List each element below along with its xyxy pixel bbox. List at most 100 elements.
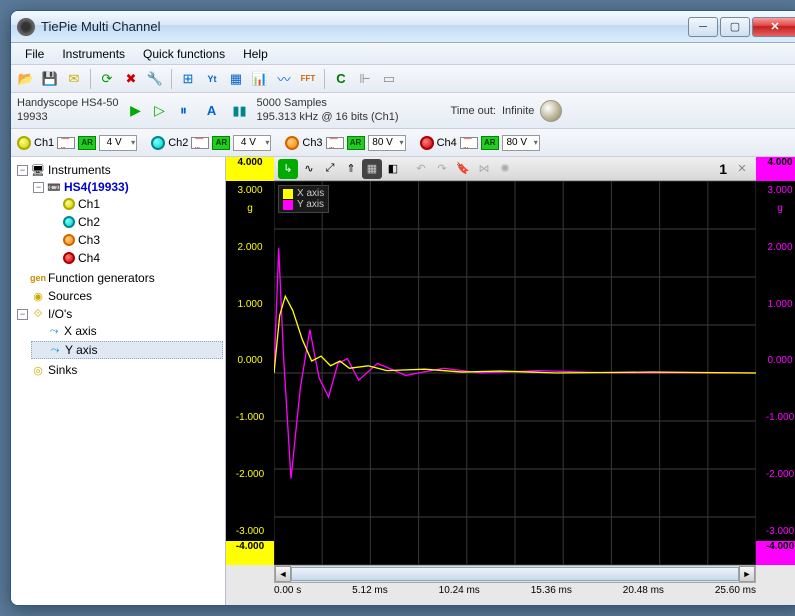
- ch2-led-icon[interactable]: [151, 136, 165, 150]
- menu-instruments[interactable]: Instruments: [54, 45, 133, 63]
- scroll-right-icon[interactable]: ►: [739, 566, 755, 582]
- cursor-icon[interactable]: C: [330, 68, 352, 90]
- add-graph-icon[interactable]: ⊞: [177, 68, 199, 90]
- x-axis: 0.00 s5.12 ms10.24 ms15.36 ms20.48 ms25.…: [226, 583, 795, 605]
- graph-area: ↳ ∿ ⤢ ⇑ ▦ ◧ ↶ ↷ 🔖 ⋈ ✺ 1 ✕: [226, 157, 795, 605]
- ch1-coupling-icon[interactable]: [57, 137, 75, 149]
- tree-device[interactable]: HS4(19933): [64, 180, 129, 194]
- tree-sinks[interactable]: Sinks: [48, 363, 77, 377]
- tree-ch2[interactable]: Ch2: [78, 215, 100, 229]
- graph-up-icon[interactable]: ⇑: [341, 159, 361, 179]
- measure-icon[interactable]: ⊩: [354, 68, 376, 90]
- yt-icon[interactable]: Yt: [201, 68, 223, 90]
- graph-close-icon[interactable]: ✕: [732, 159, 752, 179]
- fft-icon[interactable]: FFT: [297, 68, 319, 90]
- plot-legend: X axis Y axis: [278, 185, 329, 213]
- ch2-label: Ch2: [168, 137, 188, 149]
- menu-file[interactable]: File: [17, 45, 52, 63]
- app-icon: [17, 18, 35, 36]
- tree-ch4[interactable]: Ch4: [78, 251, 100, 265]
- tree-yaxis[interactable]: Y axis: [65, 343, 97, 357]
- ch4-led-icon[interactable]: [420, 136, 434, 150]
- close-button[interactable]: ✕: [752, 17, 795, 37]
- expand-icon[interactable]: −: [17, 165, 28, 176]
- grid-icon[interactable]: ▦: [225, 68, 247, 90]
- oscilloscope-plot[interactable]: X axis Y axis: [274, 181, 756, 565]
- sample-info: 5000 Samples 195.313 kHz @ 16 bits (Ch1): [257, 97, 399, 123]
- funcgen-icon: gen: [31, 271, 45, 285]
- ch2-autorange-icon[interactable]: AR: [212, 136, 230, 150]
- ch1-tree-icon: [63, 198, 75, 210]
- play-once-button[interactable]: ▷: [149, 100, 171, 122]
- minimize-button[interactable]: ─: [688, 17, 718, 37]
- graph-erase-icon[interactable]: ◧: [383, 159, 403, 179]
- tree-funcgen[interactable]: Function generators: [48, 271, 155, 285]
- device-icon: 📼: [47, 180, 61, 194]
- tree-ch3[interactable]: Ch3: [78, 233, 100, 247]
- timeout-dial[interactable]: [540, 100, 562, 122]
- graph-wave-icon[interactable]: ∿: [299, 159, 319, 179]
- ch4-autorange-icon[interactable]: AR: [481, 136, 499, 150]
- scroll-left-icon[interactable]: ◄: [275, 566, 291, 582]
- window-title: TiePie Multi Channel: [41, 19, 688, 34]
- scale-icon[interactable]: ▭: [378, 68, 400, 90]
- y-axis-right[interactable]: 4.000 g3.0002.0001.0000.000-1.000-2.000-…: [756, 181, 795, 565]
- graph-run-icon[interactable]: ↳: [278, 159, 298, 179]
- ch3-range-select[interactable]: 80 V: [368, 135, 406, 151]
- open-icon[interactable]: 📂: [15, 68, 37, 90]
- mail-icon[interactable]: ✉: [63, 68, 85, 90]
- yaxis-tree-icon: ⤳: [48, 343, 62, 357]
- ch3-led-icon[interactable]: [285, 136, 299, 150]
- ch1-label: Ch1: [34, 137, 54, 149]
- ch3-autorange-icon[interactable]: AR: [347, 136, 365, 150]
- tree-instruments[interactable]: Instruments: [48, 163, 111, 177]
- channel-1-group: Ch1 AR 4 V: [17, 135, 137, 151]
- app-window: TiePie Multi Channel ─ ▢ ✕ File Instrume…: [10, 10, 795, 606]
- y-axis-left[interactable]: 4.000 g3.0002.0001.0000.000-1.000-2.000-…: [226, 181, 274, 565]
- titlebar[interactable]: TiePie Multi Channel ─ ▢ ✕: [11, 11, 795, 43]
- ch1-led-icon[interactable]: [17, 136, 31, 150]
- menu-help[interactable]: Help: [235, 45, 276, 63]
- settings-icon[interactable]: 🔧: [144, 68, 166, 90]
- graph-grid-icon[interactable]: ▦: [362, 159, 382, 179]
- object-tree[interactable]: −🖥Instruments −📼HS4(19933) Ch1 Ch2 Ch3 C…: [11, 157, 226, 605]
- menu-quick-functions[interactable]: Quick functions: [135, 45, 233, 63]
- channel-bar: Ch1 AR 4 V Ch2 AR 4 V Ch3 AR 80 V Ch4 AR…: [11, 129, 795, 157]
- graph-target-icon[interactable]: ✺: [495, 159, 515, 179]
- timeout-value: Infinite: [502, 105, 534, 117]
- tree-ch1[interactable]: Ch1: [78, 197, 100, 211]
- refresh-icon[interactable]: ⟳: [96, 68, 118, 90]
- ch4-label: Ch4: [437, 137, 457, 149]
- maximize-button[interactable]: ▢: [720, 17, 750, 37]
- wave-icon[interactable]: 〰: [273, 68, 295, 90]
- chart-icon[interactable]: 📊: [249, 68, 271, 90]
- play-button[interactable]: ▶: [125, 100, 147, 122]
- delete-icon[interactable]: ✖: [120, 68, 142, 90]
- graph-undo-icon[interactable]: ↶: [411, 159, 431, 179]
- range-icon[interactable]: ▮▮: [229, 100, 251, 122]
- graph-link-icon[interactable]: ⋈: [474, 159, 494, 179]
- ch3-coupling-icon[interactable]: [326, 137, 344, 149]
- graph-bookmark-icon[interactable]: 🔖: [453, 159, 473, 179]
- ch1-range-select[interactable]: 4 V: [99, 135, 137, 151]
- ch4-coupling-icon[interactable]: [460, 137, 478, 149]
- auto-button[interactable]: A: [201, 100, 223, 122]
- ch4-range-select[interactable]: 80 V: [502, 135, 540, 151]
- expand-icon[interactable]: −: [17, 309, 28, 320]
- ch2-coupling-icon[interactable]: [191, 137, 209, 149]
- expand-icon[interactable]: −: [33, 182, 44, 193]
- device-toolbar: Handyscope HS4-50 19933 ▶ ▷ ⏸ A ▮▮ 5000 …: [11, 93, 795, 129]
- tree-xaxis[interactable]: X axis: [64, 324, 97, 338]
- horizontal-scrollbar[interactable]: ◄ ►: [274, 565, 756, 583]
- tree-ios[interactable]: I/O's: [48, 307, 72, 321]
- ch1-autorange-icon[interactable]: AR: [78, 136, 96, 150]
- graph-zoom-icon[interactable]: ⤢: [320, 159, 340, 179]
- graph-number: 1: [719, 161, 731, 177]
- pause-button[interactable]: ⏸: [173, 100, 195, 122]
- ch2-range-select[interactable]: 4 V: [233, 135, 271, 151]
- graph-redo-icon[interactable]: ↷: [432, 159, 452, 179]
- save-icon[interactable]: 💾: [39, 68, 61, 90]
- ch2-tree-icon: [63, 216, 75, 228]
- tree-sources[interactable]: Sources: [48, 289, 92, 303]
- xaxis-tree-icon: ⤳: [47, 324, 61, 338]
